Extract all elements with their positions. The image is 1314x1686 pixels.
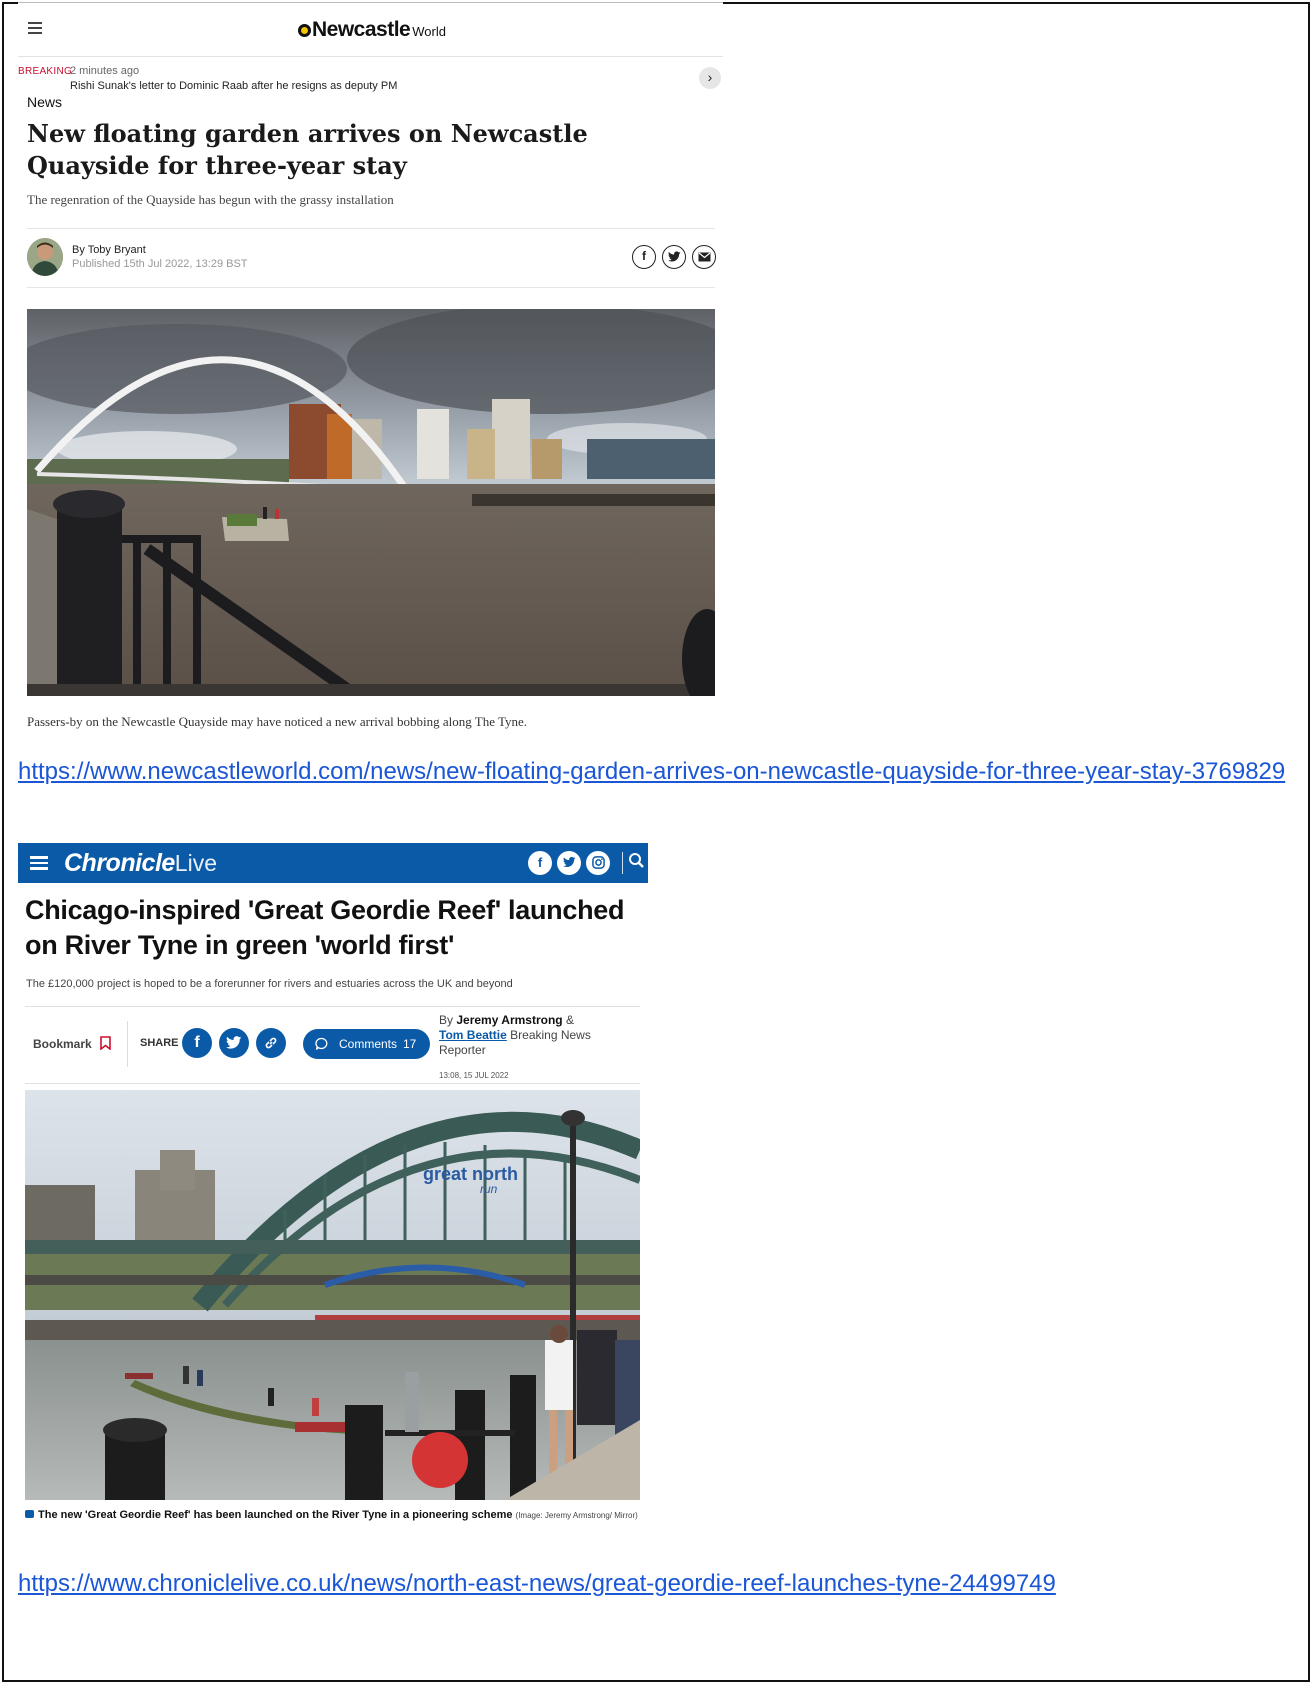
comments-button[interactable]: Comments 17 — [303, 1029, 430, 1059]
nw-header: Newcastle World — [18, 2, 723, 57]
breaking-news-bar[interactable]: BREAKING 2 minutes ago Rishi Sunak's let… — [18, 57, 723, 97]
article-meta-bar: Bookmark SHARE f Comments 17 By Jeremy A… — [25, 1006, 640, 1084]
header-divider — [622, 852, 623, 874]
byline-amp: & — [565, 1013, 574, 1027]
logo-sub: World — [412, 24, 446, 39]
comments-count: 17 — [403, 1037, 417, 1051]
copy-link-icon[interactable] — [256, 1028, 286, 1058]
published-date: Published 15th Jul 2022, 13:29 BST — [72, 258, 248, 270]
photo-caption: The new 'Great Geordie Reef' has been la… — [25, 1506, 640, 1525]
byline-bar: By Toby Bryant Published 15th Jul 2022, … — [27, 228, 716, 288]
photo-caption: Passers-by on the Newcastle Quayside may… — [27, 714, 528, 729]
chevron-right-icon[interactable]: › — [699, 67, 721, 89]
author-2-link[interactable]: Tom Beattie — [439, 1028, 507, 1042]
comment-bubble-icon — [315, 1037, 329, 1054]
article-standfirst: The £120,000 project is hoped to be a fo… — [26, 978, 513, 990]
article-title: Chicago-inspired 'Great Geordie Reef' la… — [25, 895, 625, 960]
facebook-icon[interactable]: f — [528, 851, 552, 875]
logo-main: Newcastle — [312, 18, 411, 41]
cl-header: ChronicleLive f — [18, 843, 648, 883]
logo-bold: Chronicle — [64, 849, 175, 877]
photo-overlay-subtext: run — [480, 1182, 498, 1196]
menu-icon[interactable] — [30, 856, 48, 870]
bookmark-icon[interactable] — [100, 1036, 111, 1055]
breaking-tag: BREAKING — [18, 66, 73, 77]
menu-icon[interactable] — [28, 22, 42, 34]
author-1[interactable]: Jeremy Armstrong — [456, 1013, 562, 1027]
chronicle-live-screenshot: ChronicleLive f Chicago-inspired 'Great … — [18, 843, 648, 1538]
share-label: SHARE — [140, 1037, 179, 1049]
byline-prefix: By — [439, 1013, 454, 1027]
breaking-time: 2 minutes ago — [70, 65, 140, 77]
article-photo-millennium-bridge — [27, 309, 715, 696]
caption-text: The new 'Great Geordie Reef' has been la… — [38, 1509, 513, 1521]
meta-divider — [127, 1021, 128, 1067]
section-label[interactable]: News — [27, 94, 62, 110]
bookmark-label[interactable]: Bookmark — [33, 1037, 92, 1051]
newcastle-world-screenshot: Newcastle World BREAKING 2 minutes ago Ri… — [18, 2, 723, 735]
twitter-icon[interactable] — [557, 851, 581, 875]
email-icon[interactable] — [692, 245, 716, 269]
chroniclelive-url-link[interactable]: https://www.chroniclelive.co.uk/news/nor… — [18, 1567, 1298, 1601]
caption-credit: (Image: Jeremy Armstrong/ Mirror) — [515, 1511, 638, 1520]
article-subtitle: The regenration of the Quayside has begu… — [27, 192, 394, 207]
facebook-icon[interactable]: f — [632, 245, 656, 269]
article-title: New floating garden arrives on Newcastle… — [27, 119, 588, 180]
twitter-icon[interactable] — [662, 245, 686, 269]
photo-overlay-text: great north — [423, 1164, 518, 1184]
logo-dot-icon — [298, 24, 311, 37]
byline: By Jeremy Armstrong & Tom Beattie Breaki… — [439, 1013, 639, 1058]
newcastleworld-url-link[interactable]: https://www.newcastleworld.com/news/new-… — [18, 755, 1298, 789]
logo-light: Live — [174, 850, 217, 876]
facebook-share-icon[interactable]: f — [182, 1028, 212, 1058]
author-name[interactable]: By Toby Bryant — [72, 244, 146, 256]
chronicle-live-logo[interactable]: ChronicleLive — [64, 849, 217, 878]
comments-label: Comments — [339, 1037, 398, 1051]
breaking-headline[interactable]: Rishi Sunak's letter to Dominic Raab aft… — [70, 80, 397, 92]
camera-icon — [25, 1510, 34, 1518]
newcastle-world-logo[interactable]: Newcastle World — [298, 18, 446, 42]
instagram-icon[interactable] — [586, 851, 610, 875]
article-timestamp: 13:08, 15 JUL 2022 — [439, 1071, 509, 1080]
twitter-share-icon[interactable] — [219, 1028, 249, 1058]
search-icon[interactable] — [628, 851, 648, 875]
article-photo-tyne-bridge: great north run — [25, 1090, 640, 1500]
avatar — [27, 238, 63, 276]
